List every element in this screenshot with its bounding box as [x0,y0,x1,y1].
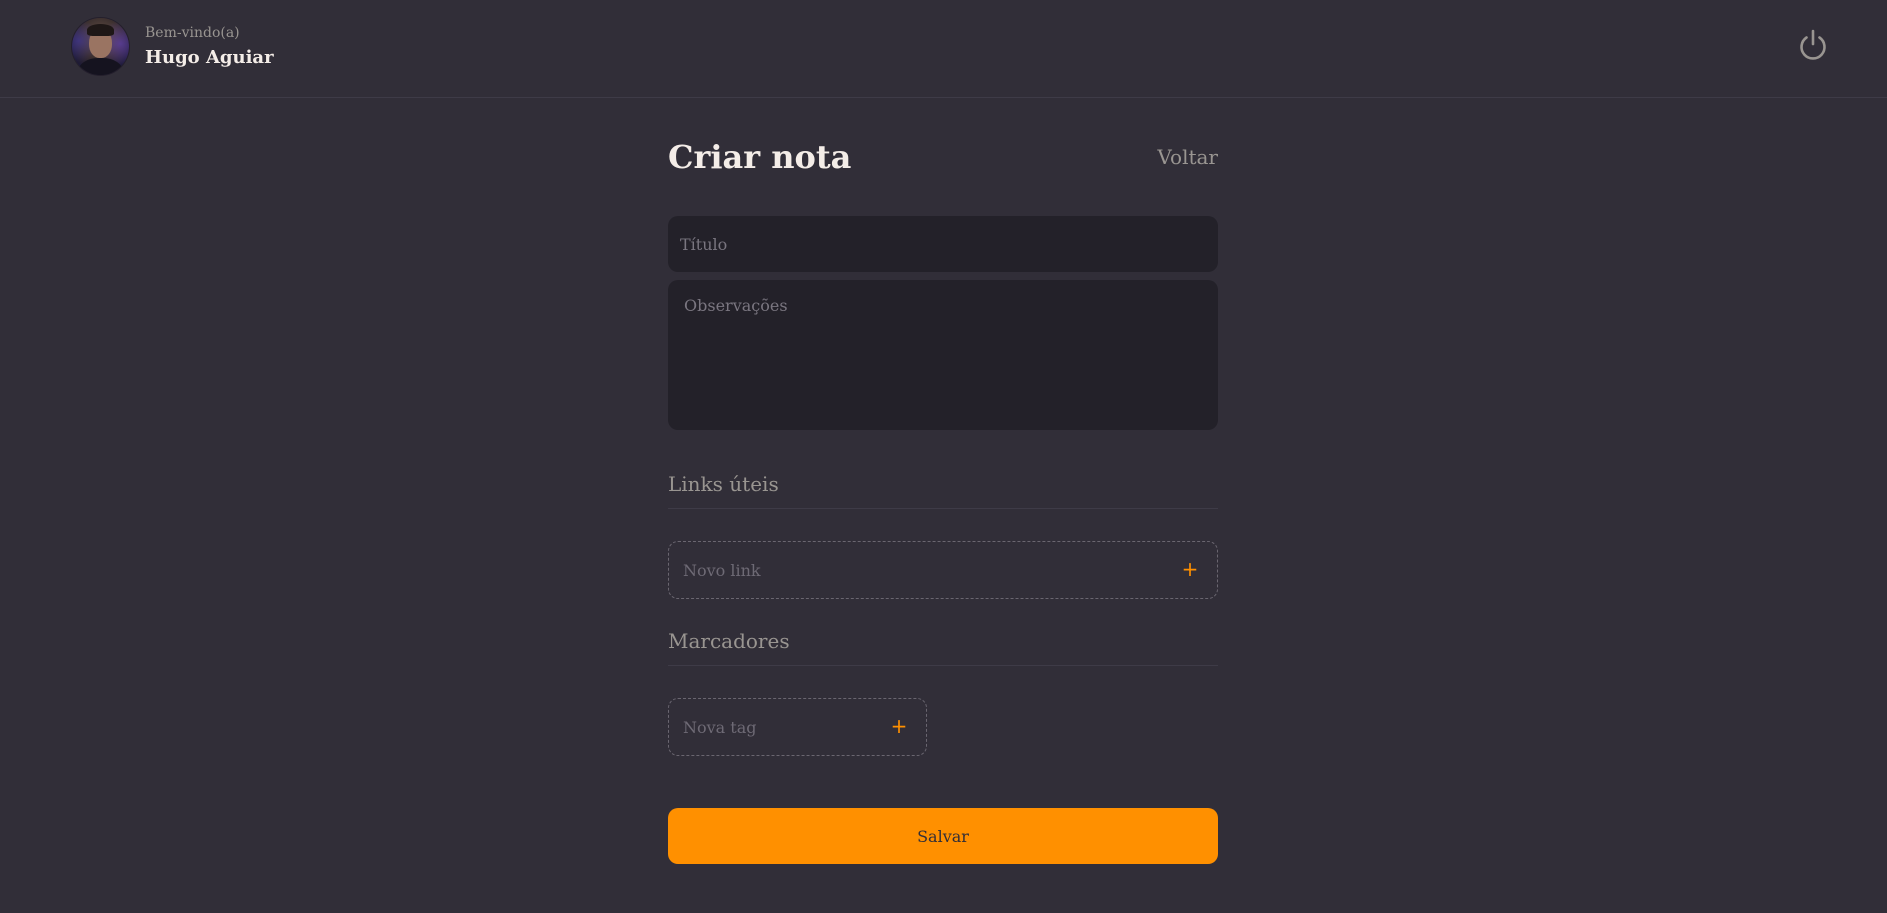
add-link-button[interactable]: + [1177,556,1203,582]
new-link-item: + [668,541,1218,599]
new-link-input[interactable] [681,542,1169,598]
avatar[interactable] [72,18,129,75]
avatar-hair [87,24,114,36]
notes-textarea[interactable] [668,280,1218,430]
avatar-body [78,58,123,75]
back-link[interactable]: Voltar [1157,145,1218,169]
plus-icon: + [890,714,908,738]
add-tag-button[interactable]: + [886,713,912,739]
app-header: Bem-vindo(a) Hugo Aguiar [0,0,1887,98]
welcome-text: Bem-vindo(a) [145,25,240,41]
title-row: Criar nota Voltar [668,138,1218,178]
save-button[interactable]: Salvar [668,808,1218,864]
new-tag-input[interactable] [681,699,878,755]
page-title: Criar nota [668,138,852,176]
new-tag-item: + [668,698,927,756]
tags-section-title: Marcadores [668,629,1218,666]
user-name[interactable]: Hugo Aguiar [145,47,274,68]
links-section-title: Links úteis [668,472,1218,509]
logout-button[interactable] [1796,28,1830,62]
title-input[interactable] [668,216,1218,272]
power-icon [1800,29,1826,60]
plus-icon: + [1181,557,1199,581]
